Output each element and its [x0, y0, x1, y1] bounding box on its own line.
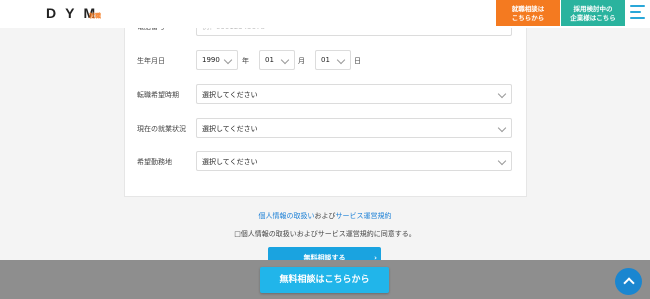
- employment-label: 現在の就業状況: [137, 125, 186, 133]
- birth-year-value: 1990: [202, 56, 220, 64]
- location-select[interactable]: 選択してください: [196, 151, 512, 171]
- employment-select[interactable]: 選択してください: [196, 118, 512, 138]
- header-consult-line2: こちらから: [511, 13, 545, 22]
- terms-link[interactable]: サービス運営規約: [336, 212, 392, 220]
- privacy-link[interactable]: 個人情報の取扱い: [259, 212, 315, 220]
- hamburger-icon[interactable]: [630, 5, 645, 20]
- site-header: DYM 就職 就職相談は こちらから 採用検討中の 企業様はこちら: [0, 0, 650, 28]
- birth-year-select[interactable]: 1990: [196, 50, 238, 70]
- birth-label: 生年月日: [137, 57, 165, 65]
- year-unit: 年: [242, 57, 249, 65]
- consent-and: および: [314, 212, 336, 220]
- location-label: 希望勤務地: [137, 158, 172, 166]
- chevron-down-icon: [280, 55, 290, 65]
- day-unit: 日: [354, 57, 361, 65]
- header-consult-button[interactable]: 就職相談は こちらから: [496, 0, 560, 26]
- scroll-top-button[interactable]: [615, 268, 642, 295]
- employment-value: 選択してください: [202, 125, 258, 133]
- change-time-select[interactable]: 選択してください: [196, 84, 512, 104]
- chevron-down-icon: [336, 55, 346, 65]
- chevron-down-icon: [223, 55, 233, 65]
- chevron-down-icon: [497, 156, 507, 166]
- change-time-value: 選択してください: [202, 91, 258, 99]
- birth-day-select[interactable]: 01: [315, 50, 351, 70]
- location-value: 選択してください: [202, 158, 258, 166]
- consent-links: 個人情報の取扱いおよびサービス運営規約: [0, 211, 650, 221]
- change-time-label: 転職希望時期: [137, 91, 179, 99]
- birth-day-value: 01: [321, 56, 330, 64]
- header-company-button[interactable]: 採用検討中の 企業様はこちら: [561, 0, 625, 26]
- birth-month-value: 01: [265, 56, 274, 64]
- chevron-down-icon: [497, 123, 507, 133]
- chevron-up-icon: [623, 277, 635, 289]
- chevron-down-icon: [497, 89, 507, 99]
- logo-subtitle: 就職: [89, 13, 102, 20]
- month-unit: 月: [298, 57, 305, 65]
- cta-button[interactable]: 無料相談はこちらから: [260, 267, 389, 293]
- header-company-line2: 企業様はこちら: [570, 13, 616, 22]
- birth-month-select[interactable]: 01: [259, 50, 295, 70]
- header-consult-line1: 就職相談は: [511, 4, 545, 13]
- header-company-line1: 採用検討中の: [573, 4, 613, 13]
- agree-checkbox-label[interactable]: □個人情報の取扱いおよびサービス運営規約に同意する。: [0, 229, 650, 239]
